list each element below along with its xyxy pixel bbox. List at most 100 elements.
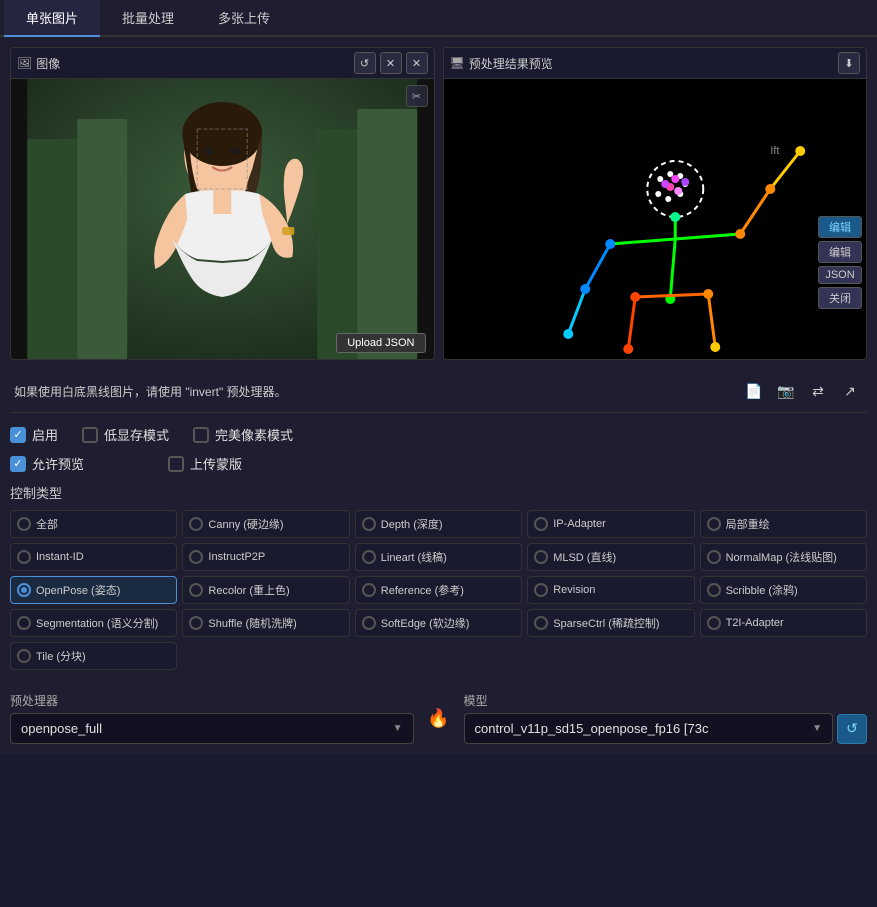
tabs-container: 单张图片 批量处理 多张上传 xyxy=(0,0,877,37)
radio-dot-local-redraw xyxy=(707,517,721,531)
right-panel-header: 🖥 预处理结果预览 ⬇ xyxy=(444,48,867,79)
expand-btn[interactable]: ✕ xyxy=(406,52,428,74)
options-row-2: 允许预览 上传蒙版 xyxy=(10,454,867,473)
control-type-recolor[interactable]: Recolor (重上色) xyxy=(182,576,349,604)
radio-dot-shuffle xyxy=(189,616,203,630)
clear-btn[interactable]: ✕ xyxy=(380,52,402,74)
control-type-normalmap[interactable]: NormalMap (法线贴图) xyxy=(700,543,867,571)
radio-dot-recolor xyxy=(189,583,203,597)
control-type-openpose[interactable]: OpenPose (姿态) xyxy=(10,576,177,604)
control-type-segmentation[interactable]: Segmentation (语义分割) xyxy=(10,609,177,637)
preprocessor-wrapper: openpose_full ▼ xyxy=(10,713,414,744)
control-type-ip-adapter[interactable]: IP-Adapter xyxy=(527,510,694,538)
tab-batch[interactable]: 批量处理 xyxy=(100,0,196,37)
preprocessor-select[interactable]: openpose_full ▼ xyxy=(10,713,414,744)
control-type-label-local-redraw: 局部重绘 xyxy=(726,516,770,532)
options-section: 启用 低显存模式 完美像素模式 允许预览 上传蒙版 控制类型 xyxy=(10,421,867,682)
image-area[interactable]: ✂ xyxy=(11,79,434,359)
control-type-scribble[interactable]: Scribble (涂鸦) xyxy=(700,576,867,604)
arrow-icon-btn[interactable]: ↗ xyxy=(837,378,863,404)
control-type-local-redraw[interactable]: 局部重绘 xyxy=(700,510,867,538)
control-type-sparsectrl[interactable]: SparseCtrl (稀疏控制) xyxy=(527,609,694,637)
control-type-label-shuffle: Shuffle (随机洗牌) xyxy=(208,615,296,631)
enable-label: 启用 xyxy=(32,425,58,444)
control-type-reference[interactable]: Reference (参考) xyxy=(355,576,522,604)
json-btn[interactable]: JSON xyxy=(818,266,862,284)
control-type-revision[interactable]: Revision xyxy=(527,576,694,604)
edit-btn[interactable]: 编辑 xyxy=(818,241,862,263)
swap-icon-btn[interactable]: ⇄ xyxy=(805,378,831,404)
radio-dot-openpose xyxy=(17,583,31,597)
svg-text:Ift: Ift xyxy=(770,145,779,157)
radio-dot-revision xyxy=(534,583,548,597)
allow-preview-label: 允许预览 xyxy=(32,454,84,473)
allow-preview-cb[interactable] xyxy=(10,456,26,472)
preview-icon: 🖥 xyxy=(450,56,465,70)
control-type-instructp2p[interactable]: InstructP2P xyxy=(182,543,349,571)
control-type-label-canny: Canny (硬边缘) xyxy=(208,516,283,532)
control-type-t2i-adapter[interactable]: T2I-Adapter xyxy=(700,609,867,637)
control-type-lineart[interactable]: Lineart (线稿) xyxy=(355,543,522,571)
control-type-label-recolor: Recolor (重上色) xyxy=(208,582,289,598)
model-refresh-btn[interactable]: ↺ xyxy=(837,714,867,744)
low-memory-cb[interactable] xyxy=(82,427,98,443)
perfect-pixel-cb[interactable] xyxy=(193,427,209,443)
radio-dot-instructp2p xyxy=(189,550,203,564)
low-memory-label: 低显存模式 xyxy=(104,425,169,444)
upload-magi-cb[interactable] xyxy=(168,456,184,472)
preprocessor-value: openpose_full xyxy=(21,721,102,736)
enable-checkbox[interactable]: 启用 xyxy=(10,425,58,444)
allow-preview-checkbox[interactable]: 允许预览 xyxy=(10,454,84,473)
preprocessor-label: 预处理器 xyxy=(10,692,414,709)
perfect-pixel-checkbox[interactable]: 完美像素模式 xyxy=(193,425,293,444)
control-type-label-normalmap: NormalMap (法线贴图) xyxy=(726,549,837,565)
enable-cb[interactable] xyxy=(10,427,26,443)
control-type-mlsd[interactable]: MLSD (直线) xyxy=(527,543,694,571)
file-icon-btn[interactable]: 📄 xyxy=(741,378,767,404)
low-memory-checkbox[interactable]: 低显存模式 xyxy=(82,425,169,444)
control-type-instant-id[interactable]: Instant-ID xyxy=(10,543,177,571)
control-type-softedge[interactable]: SoftEdge (软边缘) xyxy=(355,609,522,637)
reset-btn[interactable]: ↺ xyxy=(354,52,376,74)
close-btn[interactable]: 关闭 xyxy=(818,287,862,309)
model-arrow: ▼ xyxy=(812,723,822,734)
perfect-pixel-label: 完美像素模式 xyxy=(215,425,293,444)
radio-dot-tile xyxy=(17,649,31,663)
control-type-all[interactable]: 全部 xyxy=(10,510,177,538)
radio-dot-instant-id xyxy=(17,550,31,564)
control-type-label-scribble: Scribble (涂鸦) xyxy=(726,582,798,598)
panels-row: 🖼 图像 ↺ ✕ ✕ xyxy=(10,47,867,360)
control-type-tile[interactable]: Tile (分块) xyxy=(10,642,177,670)
radio-dot-all xyxy=(17,517,31,531)
info-text: 如果使用白底黑线图片，请使用 "invert" 预处理器。 xyxy=(14,383,733,400)
control-type-depth[interactable]: Depth (深度) xyxy=(355,510,522,538)
model-label: 模型 xyxy=(464,692,868,709)
right-panel-title: 预处理结果预览 xyxy=(469,55,834,72)
radio-dot-depth xyxy=(362,517,376,531)
control-type-label-openpose: OpenPose (姿态) xyxy=(36,582,120,598)
upload-magi-checkbox[interactable]: 上传蒙版 xyxy=(168,454,242,473)
tab-single[interactable]: 单张图片 xyxy=(4,0,100,37)
control-type-label-tile: Tile (分块) xyxy=(36,648,86,664)
control-type-shuffle[interactable]: Shuffle (随机洗牌) xyxy=(182,609,349,637)
camera-icon-btn[interactable]: 📷 xyxy=(773,378,799,404)
side-buttons: 编辑 编辑 JSON 关闭 xyxy=(818,216,862,309)
pose-svg: Ift xyxy=(444,79,867,359)
control-type-label-lineart: Lineart (线稿) xyxy=(381,549,447,565)
fire-button[interactable]: 🔥 xyxy=(424,701,454,735)
model-select[interactable]: control_v11p_sd15_openpose_fp16 [73c ▼ xyxy=(464,713,834,744)
control-type-grid: 全部 Canny (硬边缘) Depth (深度)IP-Adapter 局部重绘 Ins… xyxy=(10,510,867,670)
radio-dot-sparsectrl xyxy=(534,616,548,630)
tab-multi[interactable]: 多张上传 xyxy=(196,0,292,37)
scissors-btn[interactable]: ✂ xyxy=(406,85,428,107)
download-btn[interactable]: ⬇ xyxy=(838,52,860,74)
radio-dot-softedge xyxy=(362,616,376,630)
control-type-label-segmentation: Segmentation (语义分割) xyxy=(36,615,158,631)
options-row-1: 启用 低显存模式 完美像素模式 xyxy=(10,425,867,444)
radio-dot-canny xyxy=(189,517,203,531)
radio-dot-mlsd xyxy=(534,550,548,564)
control-type-canny[interactable]: Canny (硬边缘) xyxy=(182,510,349,538)
upload-json-btn[interactable]: Upload JSON xyxy=(336,333,425,353)
edit-icon-btn[interactable]: 编辑 xyxy=(818,216,862,238)
person-image xyxy=(11,79,434,359)
